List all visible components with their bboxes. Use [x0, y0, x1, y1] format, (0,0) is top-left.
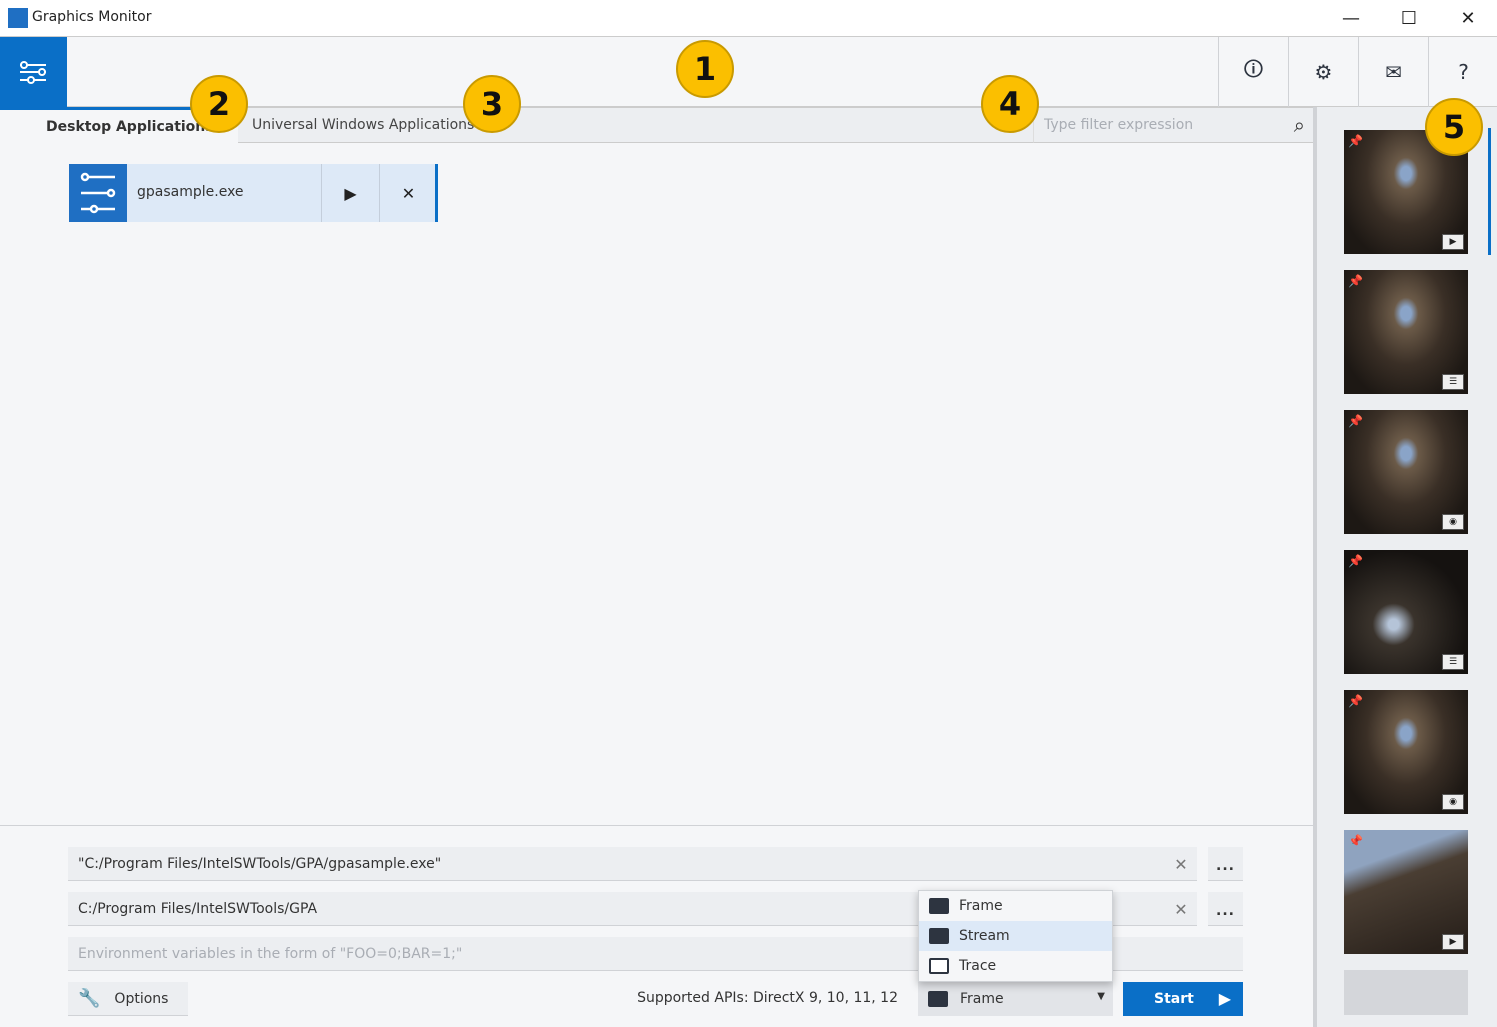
capture-mode-value: Frame	[960, 991, 1004, 1007]
camera-icon	[928, 991, 948, 1007]
chevron-down-icon: ▼	[1097, 991, 1105, 1002]
env-placeholder: Environment variables in the form of "FO…	[78, 945, 463, 962]
callout-5: 5	[1425, 98, 1483, 156]
working-directory: C:/Program Files/IntelSWTools/GPA	[78, 900, 318, 917]
executable-path-field[interactable]: "C:/Program Files/IntelSWTools/GPA/gpasa…	[68, 847, 1197, 881]
settings-button[interactable]: ⚙	[1288, 37, 1358, 107]
capture-thumbnail[interactable]: 📌 ☰	[1344, 270, 1468, 394]
home-button[interactable]	[0, 37, 67, 107]
camera-icon	[929, 898, 949, 914]
browse-executable-button[interactable]: ...	[1208, 847, 1243, 881]
callout-1: 1	[676, 40, 734, 98]
close-button[interactable]: ✕	[1439, 0, 1497, 36]
app-list-item[interactable]: gpasample.exe ▶ ✕	[69, 164, 438, 222]
pin-icon[interactable]: 📌	[1348, 694, 1363, 708]
camera-icon: ◉	[1442, 794, 1464, 810]
supported-apis: Supported APIs: DirectX 9, 10, 11, 12	[637, 990, 898, 1006]
stream-icon: ▶	[1442, 234, 1464, 250]
capture-thumbnail-placeholder	[1344, 970, 1468, 1015]
capture-thumbnail[interactable]: 📌 ◉	[1344, 690, 1468, 814]
callout-3: 3	[463, 75, 521, 133]
pin-icon[interactable]: 📌	[1348, 274, 1363, 288]
remove-app-button[interactable]: ✕	[379, 164, 437, 222]
start-button[interactable]: Start ▶	[1123, 982, 1243, 1016]
menu-item-frame[interactable]: Frame	[919, 891, 1112, 921]
capture-thumbnail[interactable]: 📌 ◉	[1344, 410, 1468, 534]
options-label: Options	[114, 990, 169, 1007]
minimize-button[interactable]: —	[1322, 0, 1380, 36]
film-icon	[929, 928, 949, 944]
callout-2: 2	[190, 75, 248, 133]
capture-thumbnail[interactable]: 📌 ☰	[1344, 550, 1468, 674]
feedback-button[interactable]: ✉	[1358, 37, 1428, 107]
app-name: gpasample.exe	[137, 184, 244, 200]
captures-scrollbar[interactable]	[1488, 128, 1491, 255]
clear-path-button[interactable]: ✕	[1166, 847, 1196, 881]
trace-icon: ☰	[1442, 654, 1464, 670]
filter-box: ⌕	[1033, 107, 1313, 143]
maximize-button[interactable]: ☐	[1380, 0, 1438, 36]
capture-mode-menu: Frame Stream Trace	[918, 890, 1113, 982]
stream-icon: ▶	[1442, 934, 1464, 950]
info-icon: 🛈	[1243, 57, 1264, 81]
browse-directory-button[interactable]: ...	[1208, 892, 1243, 926]
play-icon: ▶	[1218, 989, 1231, 1008]
help-icon: ?	[1458, 60, 1469, 84]
callout-4: 4	[981, 75, 1039, 133]
menu-item-label: Stream	[959, 928, 1010, 944]
start-label: Start	[1154, 991, 1194, 1007]
divider	[0, 825, 1313, 826]
search-icon[interactable]: ⌕	[1294, 113, 1305, 137]
mail-icon: ✉	[1385, 60, 1402, 84]
wrench-icon: 🔧	[78, 988, 101, 1009]
window-title: Graphics Monitor	[32, 9, 152, 25]
gear-icon: ⚙	[1314, 60, 1333, 84]
menu-item-label: Frame	[959, 898, 1003, 914]
sliders-icon	[20, 61, 46, 84]
menu-item-stream[interactable]: Stream	[919, 921, 1112, 951]
menu-item-label: Trace	[959, 958, 997, 974]
app-icon	[69, 164, 127, 222]
help-button[interactable]: ?	[1428, 37, 1497, 107]
title-bar: Graphics Monitor — ☐ ✕	[0, 0, 1497, 37]
pin-icon[interactable]: 📌	[1348, 834, 1363, 848]
executable-path: "C:/Program Files/IntelSWTools/GPA/gpasa…	[78, 855, 442, 872]
launch-app-button[interactable]: ▶	[321, 164, 379, 222]
app-icon	[8, 8, 28, 28]
pin-icon[interactable]: 📌	[1348, 134, 1363, 148]
pin-icon[interactable]: 📌	[1348, 414, 1363, 428]
menu-item-trace[interactable]: Trace	[919, 951, 1112, 981]
pin-icon[interactable]: 📌	[1348, 554, 1363, 568]
captures-panel: 📌 ▶ 📌 ☰ 📌 ◉ 📌 ☰ 📌 ◉ 📌 ▶	[1313, 107, 1497, 1027]
capture-thumbnail[interactable]: 📌 ▶	[1344, 830, 1468, 954]
info-button[interactable]: 🛈	[1218, 37, 1288, 107]
options-button[interactable]: 🔧 Options	[68, 982, 188, 1016]
trace-icon	[929, 958, 949, 974]
camera-icon: ◉	[1442, 514, 1464, 530]
tab-universal-windows-applications[interactable]: Universal Windows Applications	[238, 107, 1034, 143]
trace-icon: ☰	[1442, 374, 1464, 390]
filter-input[interactable]	[1034, 108, 1274, 142]
clear-working-dir-button[interactable]: ✕	[1166, 892, 1196, 926]
capture-mode-dropdown[interactable]: Frame ▼	[918, 982, 1113, 1016]
